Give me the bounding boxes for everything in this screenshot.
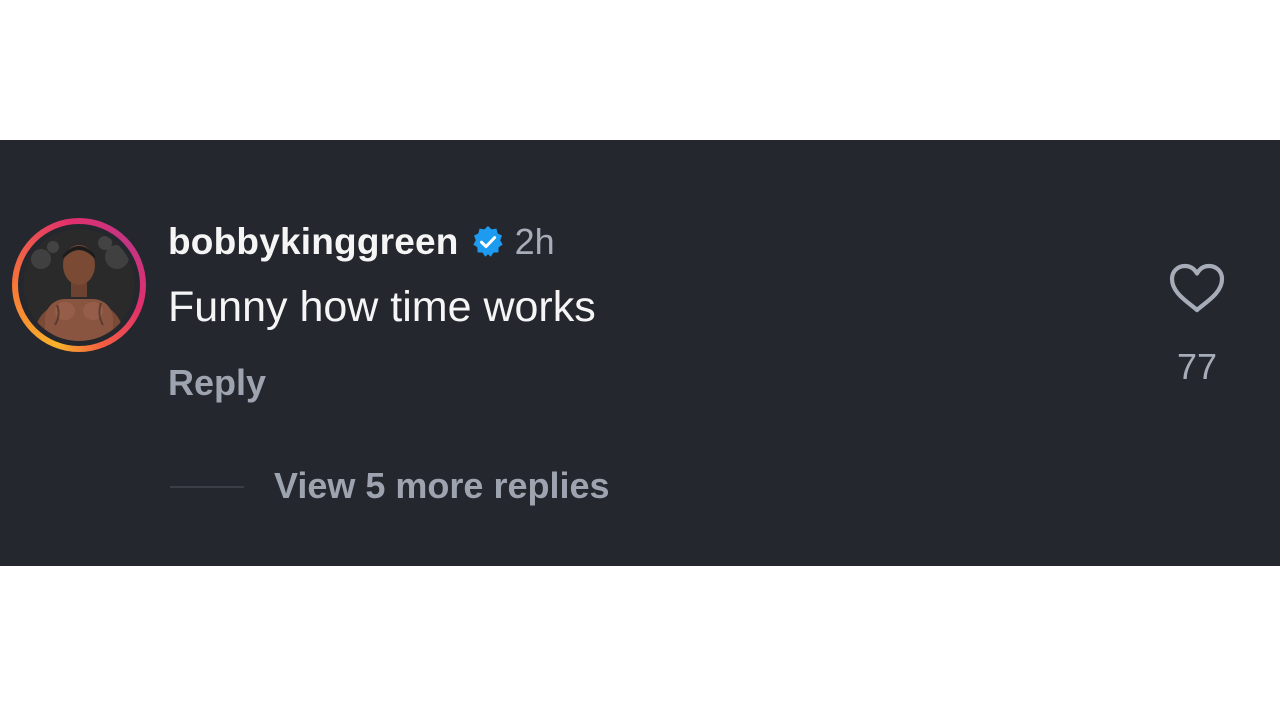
view-more-replies-button[interactable]: View 5 more replies bbox=[274, 465, 610, 507]
heart-icon bbox=[1169, 263, 1225, 313]
comment-header: bobbykinggreen 2h bbox=[168, 220, 555, 264]
like-count: 77 bbox=[1176, 346, 1218, 387]
avatar[interactable] bbox=[23, 229, 135, 341]
like-button[interactable] bbox=[1168, 262, 1226, 316]
reply-button[interactable]: Reply bbox=[168, 362, 266, 404]
comment-item: bobbykinggreen 2h Funny how time works R… bbox=[0, 140, 1280, 566]
replies-divider-line bbox=[170, 486, 244, 488]
avatar-ring-gap bbox=[18, 224, 140, 346]
timestamp: 2h bbox=[514, 221, 555, 262]
verified-badge-icon bbox=[471, 225, 505, 259]
avatar-photo bbox=[23, 229, 135, 341]
username-link[interactable]: bobbykinggreen bbox=[168, 221, 459, 263]
avatar-story-ring[interactable] bbox=[12, 218, 146, 352]
comment-text: Funny how time works bbox=[168, 283, 596, 331]
page: bobbykinggreen 2h Funny how time works R… bbox=[0, 0, 1280, 720]
